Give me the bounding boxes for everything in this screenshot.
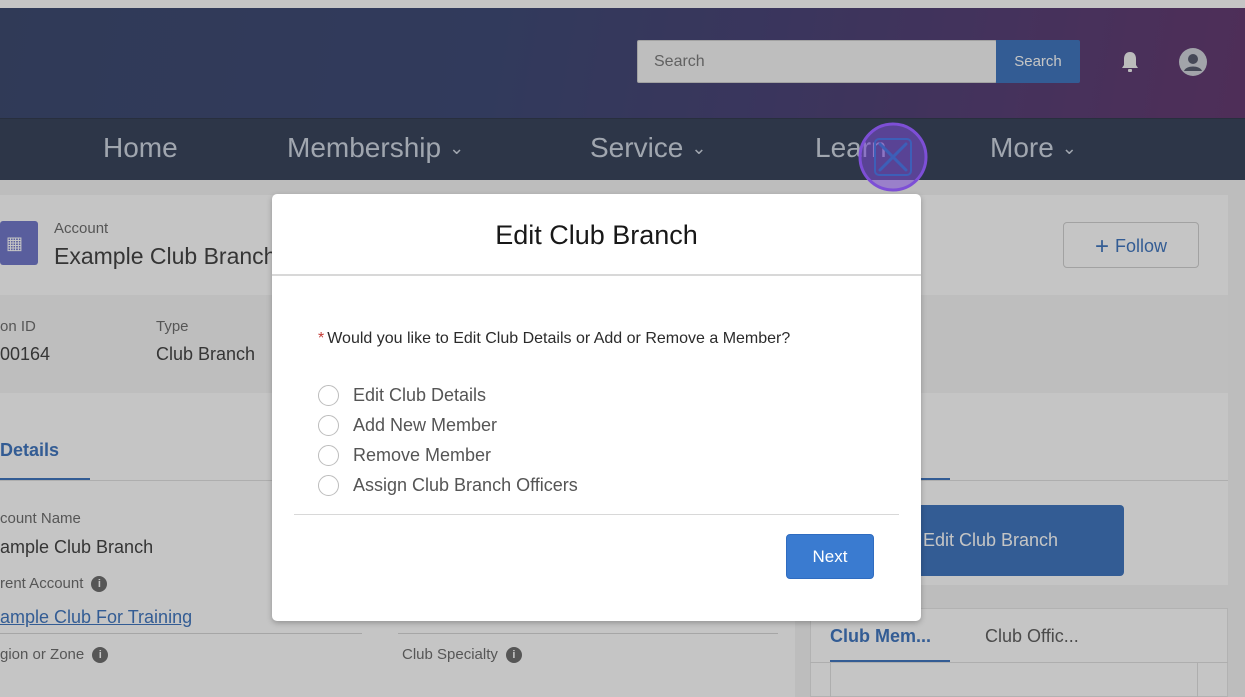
question-label: * Would you like to Edit Club Details or … bbox=[318, 326, 818, 352]
radio-button[interactable] bbox=[318, 384, 339, 406]
modal-title: Edit Club Branch bbox=[272, 194, 921, 276]
radio-label: Add New Member bbox=[353, 414, 498, 435]
radio-button[interactable] bbox=[318, 444, 339, 466]
radio-label: Assign Club Branch Officers bbox=[353, 474, 578, 495]
radio-option-assign-officers[interactable]: Assign Club Branch Officers bbox=[318, 472, 578, 498]
edit-club-branch-modal: Edit Club Branch * Would you like to Edit… bbox=[272, 194, 921, 621]
next-button[interactable]: Next bbox=[786, 534, 874, 579]
screen: Search Search Home Membership ⌄ Service ⌄ … bbox=[0, 0, 1245, 697]
radio-label: Edit Club Details bbox=[353, 384, 487, 405]
radio-option-edit-club-details[interactable]: Edit Club Details bbox=[318, 382, 486, 408]
required-marker: * bbox=[318, 330, 325, 347]
question-text: Would you like to Edit Club Details or A… bbox=[327, 330, 791, 347]
close-icon[interactable] bbox=[858, 122, 928, 192]
radio-option-add-new-member[interactable]: Add New Member bbox=[318, 412, 497, 438]
radio-label: Remove Member bbox=[353, 444, 492, 465]
radio-button[interactable] bbox=[318, 414, 339, 436]
radio-button[interactable] bbox=[318, 474, 339, 496]
modal-footer-divider bbox=[294, 514, 899, 515]
radio-option-remove-member[interactable]: Remove Member bbox=[318, 442, 491, 468]
